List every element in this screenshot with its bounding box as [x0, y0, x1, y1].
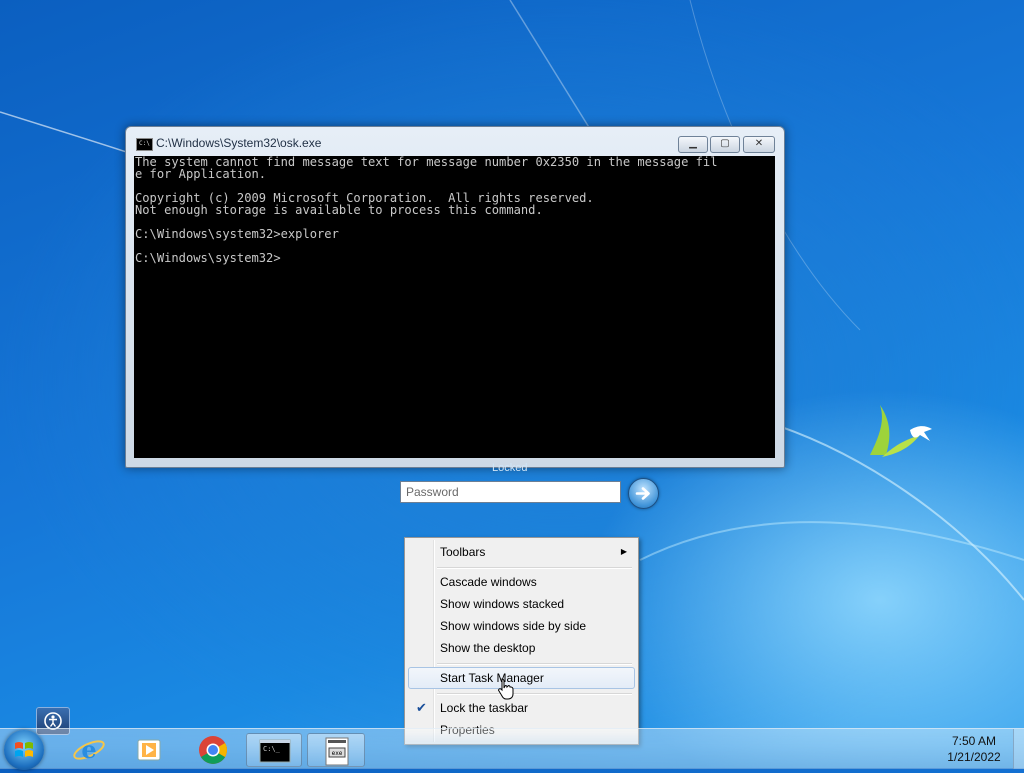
- menu-item-toolbars[interactable]: Toolbars ▶: [408, 541, 635, 563]
- taskbar-chrome[interactable]: [190, 733, 236, 767]
- clock-time: 7:50 AM: [951, 734, 997, 748]
- submit-arrow-button[interactable]: [628, 478, 659, 509]
- console-title: C:\Windows\System32\osk.exe: [156, 136, 322, 150]
- mouse-cursor-icon: [498, 678, 514, 700]
- menu-separator: [437, 693, 632, 695]
- maximize-button[interactable]: ▢: [710, 136, 740, 153]
- menu-item-cascade-windows[interactable]: Cascade windows: [408, 571, 635, 593]
- svg-text:e: e: [81, 735, 96, 764]
- console-window[interactable]: C:\ C:\Windows\System32\osk.exe ▁ ▢ ✕ Th…: [125, 126, 785, 468]
- console-line: e for Application.: [135, 167, 267, 181]
- menu-separator: [437, 663, 632, 665]
- menu-separator: [437, 567, 632, 569]
- bird-logo-icon: [870, 405, 932, 457]
- menu-item-show-windows-stacked[interactable]: Show windows stacked: [408, 593, 635, 615]
- taskbar-console[interactable]: C:\_: [246, 733, 302, 767]
- svg-text:exe: exe: [332, 750, 343, 757]
- arrow-right-icon: [635, 487, 650, 500]
- password-input[interactable]: [400, 481, 621, 503]
- taskbar-media-player[interactable]: [126, 733, 172, 767]
- taskbar-context-menu[interactable]: Toolbars ▶ Cascade windows Show windows …: [404, 537, 639, 745]
- console-icon: C:\_: [259, 739, 291, 763]
- taskbar-osk[interactable]: exe: [307, 733, 365, 767]
- menu-item-start-task-manager[interactable]: Start Task Manager: [408, 667, 635, 689]
- console-app-icon: C:\: [136, 138, 153, 151]
- show-desktop-button[interactable]: [1013, 729, 1024, 769]
- console-line: Not enough storage is available to proce…: [135, 203, 543, 217]
- menu-item-show-desktop[interactable]: Show the desktop: [408, 637, 635, 659]
- windows-logo-icon: [15, 742, 33, 757]
- taskbar-internet-explorer[interactable]: e: [66, 733, 112, 767]
- console-titlebar[interactable]: C:\ C:\Windows\System32\osk.exe ▁ ▢ ✕: [126, 127, 784, 159]
- menu-item-lock-taskbar[interactable]: ✔ Lock the taskbar: [408, 697, 635, 719]
- media-player-icon: [137, 739, 161, 761]
- start-button[interactable]: [4, 730, 44, 770]
- osk-icon: exe: [325, 737, 349, 766]
- menu-item-show-windows-side-by-side[interactable]: Show windows side by side: [408, 615, 635, 637]
- taskbar[interactable]: e C:\_ exe 7:50 AM 1/21/2022: [0, 728, 1024, 770]
- chrome-icon: [199, 736, 227, 764]
- svg-text:C:\_: C:\_: [263, 745, 281, 753]
- internet-explorer-icon: e: [73, 735, 105, 764]
- close-button[interactable]: ✕: [743, 136, 775, 153]
- taskbar-clock[interactable]: 7:50 AM 1/21/2022: [934, 729, 1014, 769]
- checkmark-icon: ✔: [416, 700, 427, 715]
- clock-date: 1/21/2022: [947, 750, 1001, 764]
- console-line: C:\Windows\system32>explorer: [135, 227, 339, 241]
- submenu-arrow-icon: ▶: [620, 547, 627, 556]
- minimize-button[interactable]: ▁: [678, 136, 708, 153]
- locked-label: Locked: [492, 462, 528, 474]
- console-line: C:\Windows\system32>: [135, 251, 281, 265]
- console-output[interactable]: The system cannot find message text for …: [134, 156, 775, 458]
